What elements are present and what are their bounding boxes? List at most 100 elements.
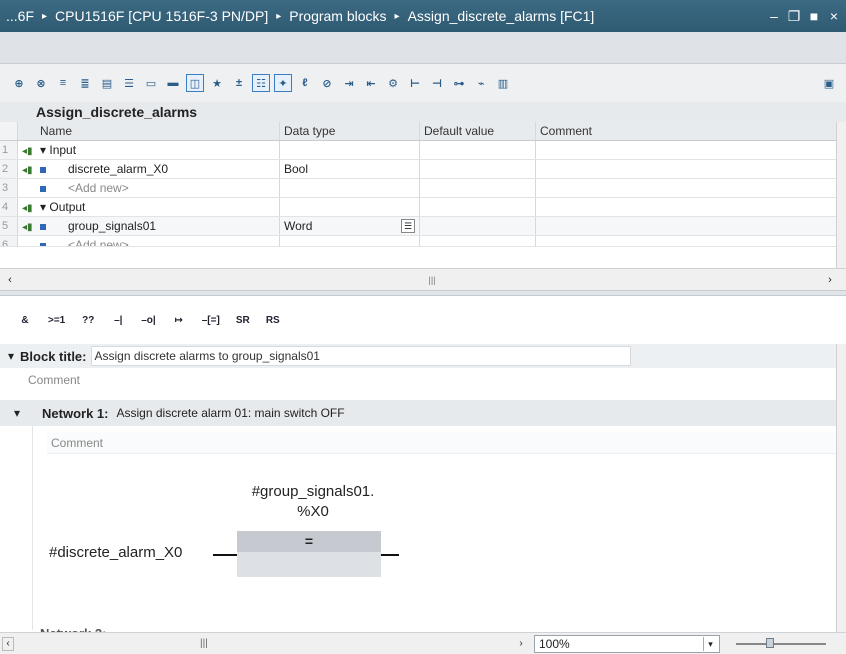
comment-cell[interactable] bbox=[536, 236, 836, 246]
comment-cell[interactable] bbox=[536, 198, 836, 216]
table-row[interactable]: 4 ◂▮ ▾ Output bbox=[0, 198, 836, 217]
comment-cell[interactable] bbox=[536, 179, 836, 197]
assignment-coil-icon[interactable]: –[=] bbox=[202, 315, 220, 326]
negated-input-icon[interactable]: –o| bbox=[141, 315, 155, 326]
indent-icon[interactable]: ⊢ bbox=[406, 74, 424, 92]
scroll-left-icon[interactable]: ‹ bbox=[2, 637, 14, 651]
data-type-cell[interactable] bbox=[280, 141, 420, 159]
network-1-title[interactable]: Assign discrete alarm 01: main switch OF… bbox=[117, 406, 345, 420]
scroll-right-icon[interactable]: › bbox=[824, 273, 836, 287]
restore-icon[interactable]: ❐ bbox=[786, 8, 802, 25]
data-type-cell[interactable]: Word ☰ bbox=[280, 217, 420, 235]
comment-cell[interactable] bbox=[536, 217, 836, 235]
column-comment-header[interactable]: Comment bbox=[536, 122, 836, 140]
empty-box-icon[interactable]: ?? bbox=[81, 315, 95, 326]
zoom-select[interactable]: 100% ▾ bbox=[534, 635, 720, 653]
network-comment-field[interactable]: Comment bbox=[47, 432, 837, 454]
section-name[interactable]: ▾ Output bbox=[36, 198, 280, 216]
rewire-icon[interactable]: ⌁ bbox=[472, 74, 490, 92]
scroll-thumb-icon[interactable]: ||| bbox=[200, 638, 208, 649]
scroll-left-icon[interactable]: ‹ bbox=[4, 273, 16, 287]
monitor-off-icon[interactable]: ⊘ bbox=[318, 74, 336, 92]
chevron-down-icon[interactable]: ▾ bbox=[703, 637, 717, 651]
comment-cell[interactable] bbox=[536, 141, 836, 159]
minimize-icon[interactable]: – bbox=[766, 8, 782, 24]
data-type-cell[interactable] bbox=[280, 236, 420, 246]
call-block-icon[interactable]: ⇤ bbox=[362, 74, 380, 92]
add-new-cell[interactable]: <Add new> bbox=[36, 236, 280, 246]
breadcrumb-project[interactable]: ...6F bbox=[6, 8, 34, 24]
assign-icon[interactable]: ⊶ bbox=[450, 74, 468, 92]
insert-row-icon[interactable]: ≡ bbox=[54, 74, 72, 92]
networks-on-off-icon[interactable]: ☰ bbox=[120, 74, 138, 92]
go-to-icon[interactable]: ⇥ bbox=[340, 74, 358, 92]
default-value-cell[interactable] bbox=[420, 198, 536, 216]
column-default-header[interactable]: Default value bbox=[420, 122, 536, 140]
table-row[interactable]: 2 ◂▮ discrete_alarm_X0 Bool bbox=[0, 160, 836, 179]
insert-network-icon[interactable]: ⊕ bbox=[10, 74, 28, 92]
download-icon[interactable]: ▥ bbox=[494, 74, 512, 92]
zoom-slider[interactable] bbox=[736, 638, 826, 648]
collapse-chevron-icon[interactable]: ▾ bbox=[8, 349, 14, 363]
expand-chevron-icon[interactable]: ▾ bbox=[40, 200, 49, 214]
block-title-input[interactable]: Assign discrete alarms to group_signals0… bbox=[90, 346, 631, 366]
coil-operand[interactable]: #group_signals01. %X0 bbox=[233, 482, 393, 522]
assignment-box[interactable]: = bbox=[237, 531, 381, 577]
expand-chevron-icon[interactable]: ▾ bbox=[40, 143, 49, 157]
interface-horizontal-scrollbar[interactable]: ‹ ||| › bbox=[0, 268, 846, 290]
collapse-networks-icon[interactable]: ▬ bbox=[164, 74, 182, 92]
monitor-icon[interactable]: ℓ bbox=[296, 74, 314, 92]
table-row[interactable]: 3 <Add new> bbox=[0, 179, 836, 198]
type-picker-icon[interactable]: ☰ bbox=[401, 219, 415, 233]
section-name[interactable]: ▾ Input bbox=[36, 141, 280, 159]
block-comment-field[interactable]: Comment bbox=[24, 368, 836, 392]
default-value-cell[interactable] bbox=[420, 179, 536, 197]
breadcrumb-block: Assign_discrete_alarms [FC1] bbox=[407, 8, 595, 24]
table-row[interactable]: 5 ◂▮ group_signals01 Word ☰ bbox=[0, 217, 836, 236]
comments-toggle-icon[interactable]: ◫ bbox=[186, 74, 204, 92]
delete-network-icon[interactable]: ⊗ bbox=[32, 74, 50, 92]
data-type-cell[interactable] bbox=[280, 179, 420, 197]
data-type-cell[interactable]: Bool bbox=[280, 160, 420, 178]
zoom-slider-knob[interactable] bbox=[766, 638, 774, 648]
default-value-cell[interactable] bbox=[420, 217, 536, 235]
outdent-icon[interactable]: ⊣ bbox=[428, 74, 446, 92]
expand-networks-icon[interactable]: ▭ bbox=[142, 74, 160, 92]
reset-set-icon[interactable]: RS bbox=[266, 315, 280, 326]
close-icon[interactable]: × bbox=[826, 8, 842, 24]
default-value-cell[interactable] bbox=[420, 141, 536, 159]
block-interface-icon[interactable]: ☷ bbox=[252, 74, 270, 92]
zoom-in-icon[interactable]: ± bbox=[230, 74, 248, 92]
comment-cell[interactable] bbox=[536, 160, 836, 178]
add-row-icon[interactable]: ≣ bbox=[76, 74, 94, 92]
editor-vertical-scrollbar[interactable] bbox=[836, 344, 846, 632]
data-type-cell[interactable] bbox=[280, 198, 420, 216]
favorites-icon[interactable]: ★ bbox=[208, 74, 226, 92]
insert-favorites-icon[interactable]: ✦ bbox=[274, 74, 292, 92]
and-box-icon[interactable]: & bbox=[18, 315, 32, 326]
column-datatype-header[interactable]: Data type bbox=[280, 122, 420, 140]
table-row[interactable]: 6 <Add new> bbox=[0, 236, 836, 247]
default-value-cell[interactable] bbox=[420, 160, 536, 178]
scroll-thumb-icon[interactable]: ||| bbox=[426, 273, 438, 287]
parameter-name-cell[interactable]: group_signals01 bbox=[36, 217, 280, 235]
open-branch-icon[interactable]: ↦ bbox=[172, 315, 186, 326]
absolute-operands-icon[interactable]: ▤ bbox=[98, 74, 116, 92]
maximize-icon[interactable]: ■ bbox=[806, 8, 822, 24]
breadcrumb-program-blocks[interactable]: Program blocks bbox=[289, 8, 386, 24]
default-value-cell[interactable] bbox=[420, 236, 536, 246]
table-row[interactable]: 1 ◂▮ ▾ Input bbox=[0, 141, 836, 160]
interface-vertical-scrollbar[interactable] bbox=[836, 122, 846, 268]
collapse-chevron-icon[interactable]: ▾ bbox=[14, 406, 20, 420]
scroll-right-icon[interactable]: › bbox=[514, 637, 528, 651]
parameter-name-cell[interactable]: discrete_alarm_X0 bbox=[36, 160, 280, 178]
breadcrumb-cpu[interactable]: CPU1516F [CPU 1516F-3 PN/DP] bbox=[55, 8, 268, 24]
column-name-header[interactable]: Name bbox=[36, 122, 280, 140]
set-reset-icon[interactable]: SR bbox=[236, 315, 250, 326]
add-new-cell[interactable]: <Add new> bbox=[36, 179, 280, 197]
panel-toggle-icon[interactable]: ▣ bbox=[820, 74, 838, 92]
or-box-icon[interactable]: >=1 bbox=[48, 315, 65, 326]
normally-open-contact-icon[interactable]: –| bbox=[111, 315, 125, 326]
input-operand[interactable]: #discrete_alarm_X0 bbox=[49, 544, 182, 561]
compile-icon[interactable]: ⚙ bbox=[384, 74, 402, 92]
